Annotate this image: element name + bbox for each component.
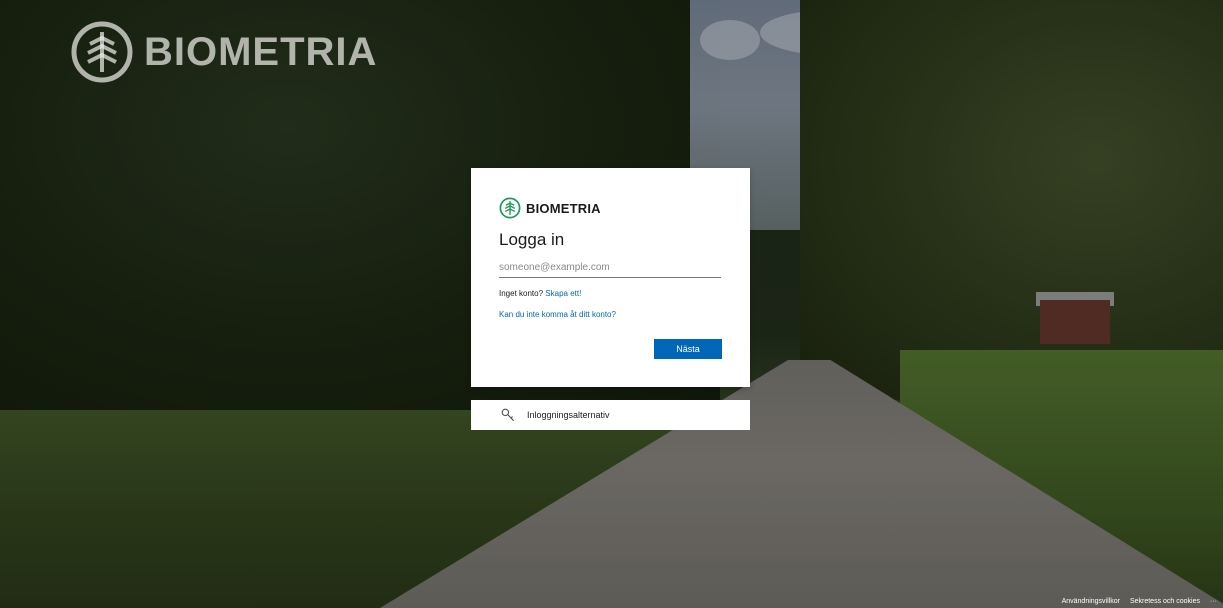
page-title: Logga in (499, 230, 565, 249)
signin-options-button[interactable]: Inloggningsalternativ (471, 400, 750, 430)
signin-card: BIOMETRIA Logga in Inget konto? Skapa et… (471, 168, 750, 387)
privacy-cookies-link[interactable]: Sekretess och cookies (1130, 598, 1200, 605)
key-icon (501, 408, 515, 422)
terms-of-use-link[interactable]: Användningsvillkor (1062, 598, 1120, 605)
more-options-button[interactable]: ··· (1210, 598, 1217, 605)
email-field[interactable] (499, 257, 721, 278)
no-account-text: Inget konto? (499, 289, 544, 298)
card-logo: BIOMETRIA (499, 196, 722, 220)
cant-access-account-link[interactable]: Kan du inte komma åt ditt konto? (499, 310, 616, 319)
signin-options-label: Inloggningsalternativ (527, 410, 610, 420)
card-logo-text: BIOMETRIA (526, 200, 601, 216)
cant-access-row: Kan du inte komma åt ditt konto? (499, 310, 722, 319)
biometria-tree-logo-icon (71, 21, 133, 83)
no-account-row: Inget konto? Skapa ett! (499, 289, 722, 298)
biometria-tree-logo-icon (499, 197, 521, 219)
background-brand-logo: BIOMETRIA (70, 20, 377, 84)
background-brand-name: BIOMETRIA (144, 29, 378, 74)
next-button[interactable]: Nästa (654, 339, 722, 359)
footer: Användningsvillkor Sekretess och cookies… (1062, 598, 1217, 605)
create-account-link[interactable]: Skapa ett! (545, 289, 581, 298)
